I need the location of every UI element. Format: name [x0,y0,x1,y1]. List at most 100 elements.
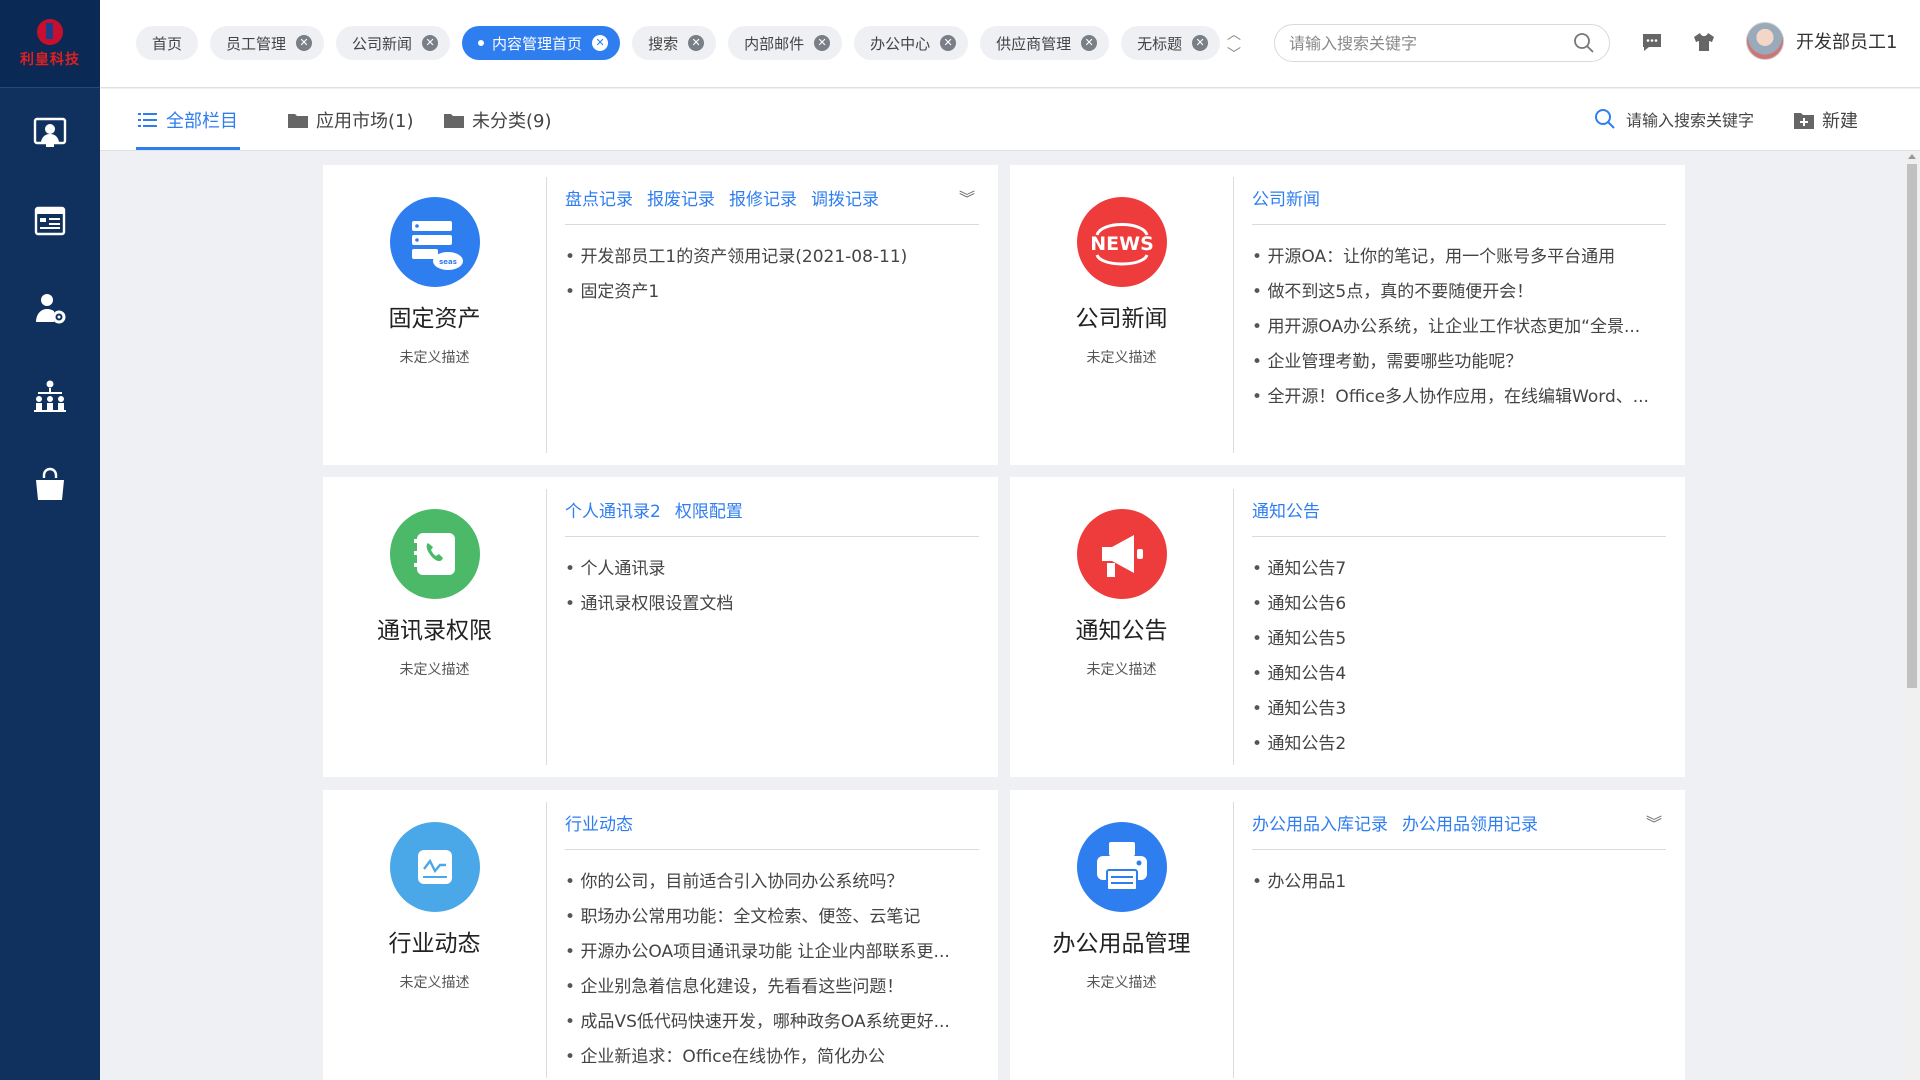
column-link[interactable]: 盘点记录 [565,185,633,224]
list-item[interactable]: 开源办公OA项目通讯录功能 让企业内部联系更... [565,940,979,975]
tab-label: 供应商管理 [996,34,1072,53]
list-item[interactable]: 固定资产1 [565,280,979,315]
card-title: 办公用品管理 [1052,931,1191,957]
column-link[interactable]: 报修记录 [729,185,797,224]
list-item[interactable]: 成品VS低代码快速开发，哪种政务OA系统更好... [565,1010,979,1045]
search-icon[interactable] [1573,32,1595,54]
tab-internal-mail[interactable]: 内部邮件 ✕ [728,26,843,60]
expand-chevron-icon[interactable]: ︾ [959,185,975,209]
pulse-chart-icon [389,822,480,912]
list-item[interactable]: 通讯录权限设置文档 [565,592,979,627]
sidebar-item-user-settings[interactable] [0,264,100,352]
list-item[interactable]: 通知公告7 [1252,557,1666,592]
chevron-down-icon[interactable]: ﹀ [1227,44,1241,64]
card-summary[interactable]: 通讯录权限 未定义描述 [323,477,546,777]
tab-home[interactable]: 首页 [136,26,199,60]
list-item[interactable]: 职场办公常用功能：全文检索、便签、云笔记 [565,905,979,940]
tab-company-news[interactable]: 公司新闻 ✕ [336,26,451,60]
list-item[interactable]: 做不到这5点，真的不要随便开会！ [1252,280,1666,315]
divider [546,802,547,1078]
column-link[interactable]: 行业动态 [565,810,633,849]
app-icon-wrap[interactable] [1076,509,1167,599]
user-menu[interactable]: 开发部员工1 [1746,22,1897,60]
subtab-all-columns[interactable]: 全部栏目 [136,107,240,150]
card-summary[interactable]: 通知公告 未定义描述 [1010,477,1233,777]
list-item[interactable]: 全开源！Office多人协作应用，在线编辑Word、... [1252,385,1666,420]
card-summary[interactable]: 行业动态 未定义描述 [323,790,546,1080]
column-link[interactable]: 个人通讯录2 [565,497,661,536]
close-icon[interactable]: ✕ [1081,35,1098,51]
card-summary[interactable]: 办公用品管理 未定义描述 [1010,790,1233,1080]
list-item[interactable]: 你的公司，目前适合引入协同办公系统吗？ [565,870,979,905]
column-link[interactable]: 权限配置 [675,497,743,536]
sidebar-item-user-card[interactable] [0,88,100,176]
avatar [1746,22,1784,60]
chevron-up-icon[interactable]: ︿ [1227,24,1241,44]
app-icon-wrap[interactable] [1076,822,1167,912]
column-link[interactable]: 通知公告 [1252,497,1320,536]
card-title: 公司新闻 [1075,306,1168,332]
column-link[interactable]: 公司新闻 [1252,185,1320,224]
expand-chevron-icon[interactable]: ︾ [1646,810,1662,834]
active-dot-icon [478,40,485,46]
app-icon-wrap[interactable]: seas [389,197,480,287]
close-icon[interactable]: ✕ [592,35,609,51]
tab-untitled[interactable]: 无标题 ✕ [1121,26,1221,60]
list-item[interactable]: 个人通讯录 [565,557,979,592]
tab-office-center[interactable]: 办公中心 ✕ [854,26,969,60]
company-logo[interactable]: 利皇科技 [0,0,100,88]
new-button[interactable]: 新建 [1794,107,1858,133]
skin-shirt-icon[interactable] [1692,30,1716,54]
list-item[interactable]: 企业新追求：Office在线协作，简化办公 [565,1045,979,1080]
list-item[interactable]: 通知公告4 [1252,662,1666,697]
subtab-uncategorized[interactable]: 未分类(9) [444,107,552,133]
column-link[interactable]: 办公用品入库记录 [1252,810,1388,849]
list-item[interactable]: 通知公告3 [1252,697,1666,732]
list-item[interactable]: 企业管理考勤，需要哪些功能呢？ [1252,350,1666,385]
header-search-input[interactable] [1289,33,1573,53]
close-icon[interactable]: ✕ [296,35,313,51]
card-content: 行业动态你的公司，目前适合引入协同办公系统吗？职场办公常用功能：全文检索、便签、… [565,790,979,1080]
app-icon-wrap[interactable] [389,822,480,912]
close-icon[interactable]: ✕ [688,35,705,51]
scroll-up-icon[interactable] [1908,154,1916,159]
vertical-scrollbar[interactable] [1904,152,1920,1080]
list-item[interactable]: 企业别急着信息化建设，先看看这些问题！ [565,975,979,1010]
user-settings-icon [36,294,66,324]
tab-content-management[interactable]: 内容管理首页 ✕ [462,26,621,60]
left-sidebar: 利皇科技 [0,0,100,1080]
list-item[interactable]: 办公用品1 [1252,870,1666,905]
card-summary[interactable]: NEWS 公司新闻 未定义描述 [1010,165,1233,465]
sidebar-item-org-chart[interactable] [0,352,100,440]
subtab-app-market[interactable]: 应用市场(1) [288,107,414,133]
list-item[interactable]: 通知公告6 [1252,592,1666,627]
sidebar-item-shopping[interactable] [0,440,100,528]
column-link[interactable]: 调拨记录 [811,185,879,224]
message-icon[interactable] [1640,30,1664,54]
scrollbar-thumb[interactable] [1907,164,1917,688]
list-item[interactable]: 开发部员工1的资产领用记录(2021-08-11) [565,245,979,280]
close-icon[interactable]: ✕ [940,35,957,51]
card-content: 个人通讯录2 权限配置个人通讯录通讯录权限设置文档 [565,477,979,777]
sidebar-item-calendar[interactable] [0,176,100,264]
column-link[interactable]: 报废记录 [647,185,715,224]
app-icon-wrap[interactable]: NEWS [1076,197,1167,287]
list-item[interactable]: 用开源OA办公系统，让企业工作状态更加“全景... [1252,315,1666,350]
tab-supplier-management[interactable]: 供应商管理 ✕ [980,26,1110,60]
column-link[interactable]: 办公用品领用记录 [1402,810,1538,849]
tab-scroll-control[interactable]: ︿ ﹀ [1224,24,1244,64]
list-item[interactable]: 开源OA：让你的笔记，用一个账号多平台通用 [1252,245,1666,280]
divider [1233,489,1234,765]
item-list: 个人通讯录通讯录权限设置文档 [565,557,979,627]
app-icon-wrap[interactable] [389,509,480,599]
list-item[interactable]: 通知公告2 [1252,732,1666,767]
tab-employee-management[interactable]: 员工管理 ✕ [210,26,325,60]
list-item[interactable]: 通知公告5 [1252,627,1666,662]
tab-search[interactable]: 搜索 ✕ [632,26,717,60]
card-summary[interactable]: seas 固定资产 未定义描述 [323,165,546,465]
column-search[interactable]: 请输入搜索关键字 [1594,107,1754,131]
close-icon[interactable]: ✕ [1192,35,1209,51]
close-icon[interactable]: ✕ [422,35,439,51]
item-list: 开源OA：让你的笔记，用一个账号多平台通用做不到这5点，真的不要随便开会！用开源… [1252,245,1666,420]
close-icon[interactable]: ✕ [814,35,831,51]
